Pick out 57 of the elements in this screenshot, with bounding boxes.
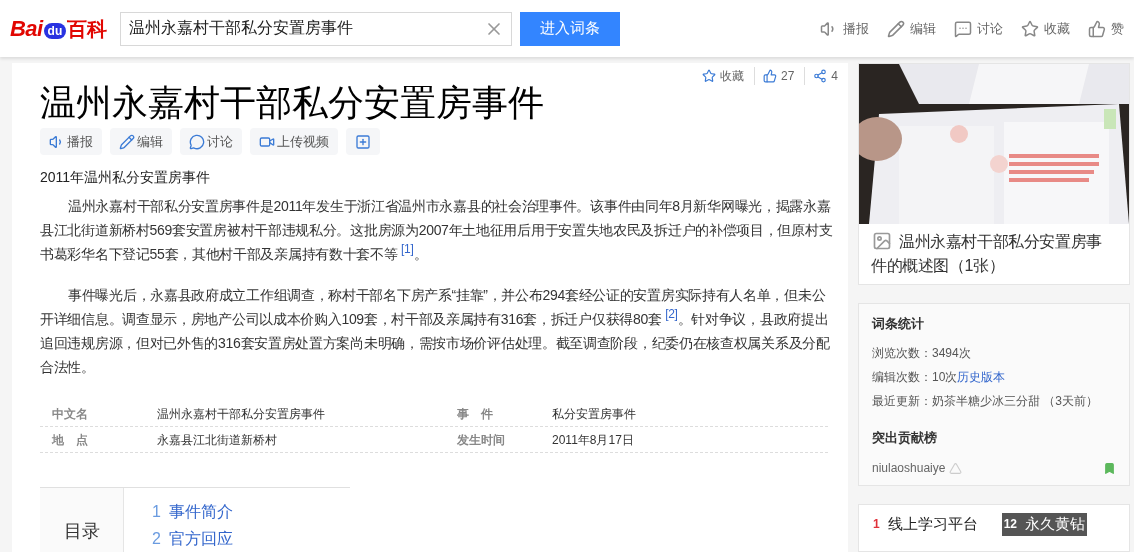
enter-entry-button[interactable]: 进入词条 — [520, 11, 620, 46]
album-card[interactable]: 温州永嘉村干部私分安置房事件的概述图（1张） — [858, 63, 1130, 285]
view-count: 浏览次数：3494次 — [872, 344, 972, 362]
contributors-title: 突出贡献榜 — [872, 428, 938, 447]
contributor-name[interactable]: niulaoshuaiye — [872, 459, 946, 477]
header-action[interactable]: 收藏 — [1021, 18, 1070, 39]
stat-button[interactable]: 收藏 — [701, 67, 744, 85]
article-title: 温州永嘉村干部私分安置房事件 — [40, 83, 545, 123]
hot-list-item[interactable]: 12 永久黄钻 — [1001, 513, 1088, 536]
stat-button[interactable]: 4 — [804, 67, 838, 85]
paragraph: 事件曝光后，永嘉县政府成立工作组调查，称村干部名下房产系“挂靠”，并公布294套经公证的安置房实际持有人名单，但未公开详细信息。调查显示，房地产公司以成本价购入109套，村干部及亲属持有316套，拆迁户仅获得80套 $^{[2]}$。针对争议，县政府提出追回违规房源，但对已外售的316套安置房处置方案尚未明确，需按市场价评估处理。截至调查阶段，纪委仍在核查权属关系及分配合法性。 — [40, 286, 831, 377]
header-action[interactable]: 赞 — [1088, 18, 1124, 39]
chat-icon — [189, 133, 205, 150]
reference-link[interactable]: [2] — [665, 307, 678, 321]
image-icon — [871, 231, 893, 252]
tool-button[interactable]: 编辑 — [110, 128, 172, 155]
info-value: 永嘉县江北街道新桥村 — [157, 431, 278, 449]
toc-link[interactable]: 2 官方回应 — [152, 527, 233, 551]
toc-title: 目录 — [63, 520, 100, 543]
info-label: 事 件 — [457, 405, 494, 423]
tool-button[interactable]: 播报 — [40, 128, 102, 155]
thumbs-up-icon — [762, 69, 777, 83]
info-value: 私分安置房事件 — [552, 405, 637, 423]
share-icon — [813, 69, 828, 83]
info-value: 2011年8月17日 — [552, 431, 635, 449]
logo[interactable]: Bai du 百科 — [10, 12, 110, 45]
hot-list-item[interactable]: 1 线上学习平台 — [871, 513, 980, 536]
stats-title: 词条统计 — [872, 315, 925, 333]
plus-icon — [355, 133, 371, 150]
tool-button[interactable]: 讨论 — [180, 128, 242, 155]
pencil-icon — [887, 19, 905, 38]
info-label: 地 点 — [52, 431, 89, 449]
header-action[interactable]: 播报 — [820, 18, 869, 39]
album-caption: 温州永嘉村干部私分安置房事件的概述图（1张） — [871, 230, 1103, 276]
header-action[interactable]: 编辑 — [887, 18, 936, 39]
toc-link[interactable]: 1 事件简介 — [152, 500, 233, 524]
last-update: 最近更新：奶茶半糖少冰三分甜 （3天前） — [872, 392, 1099, 410]
reference-link[interactable]: [1] — [401, 242, 414, 256]
star-icon — [701, 69, 716, 83]
thumbs-up-icon — [1088, 19, 1106, 38]
star-icon — [1021, 19, 1039, 38]
history-link[interactable]: 历史版本 — [957, 369, 1006, 384]
search-field[interactable]: 温州永嘉村干部私分安置房事件 — [120, 11, 512, 46]
header-action[interactable]: 讨论 — [954, 18, 1003, 39]
tool-button[interactable]: 上传视频 — [250, 128, 338, 155]
tool-button[interactable] — [346, 128, 380, 155]
chat-icon — [954, 19, 972, 38]
pencil-icon — [119, 133, 135, 150]
info-label: 发生时间 — [457, 431, 506, 449]
article-subtitle: 2011年温州私分安置房事件 — [40, 168, 212, 187]
bookmark-icon — [1103, 460, 1116, 476]
edit-count: 编辑次数：10次历史版本 — [872, 368, 1007, 386]
paragraph: 温州永嘉村干部私分安置房事件是2011年发生于浙江省温州市永嘉县的社会治理事件。该事件由同年8月新华网曝光，揭露永嘉县江北街道新桥村569套安置房被村干部违规私分。这批房源为2007年土地征用后用于安置失地农民及拆迁户的补偿项目，但原村支书葛彩华名下登记55套，其他村干部及亲属持有数十套不等 $^{[1]}$。 — [40, 197, 834, 264]
info-label: 中文名 — [52, 405, 89, 423]
info-value: 温州永嘉村干部私分安置房事件 — [157, 405, 326, 423]
stat-button[interactable]: 27 — [753, 67, 795, 85]
warning-triangle-icon — [949, 461, 963, 475]
